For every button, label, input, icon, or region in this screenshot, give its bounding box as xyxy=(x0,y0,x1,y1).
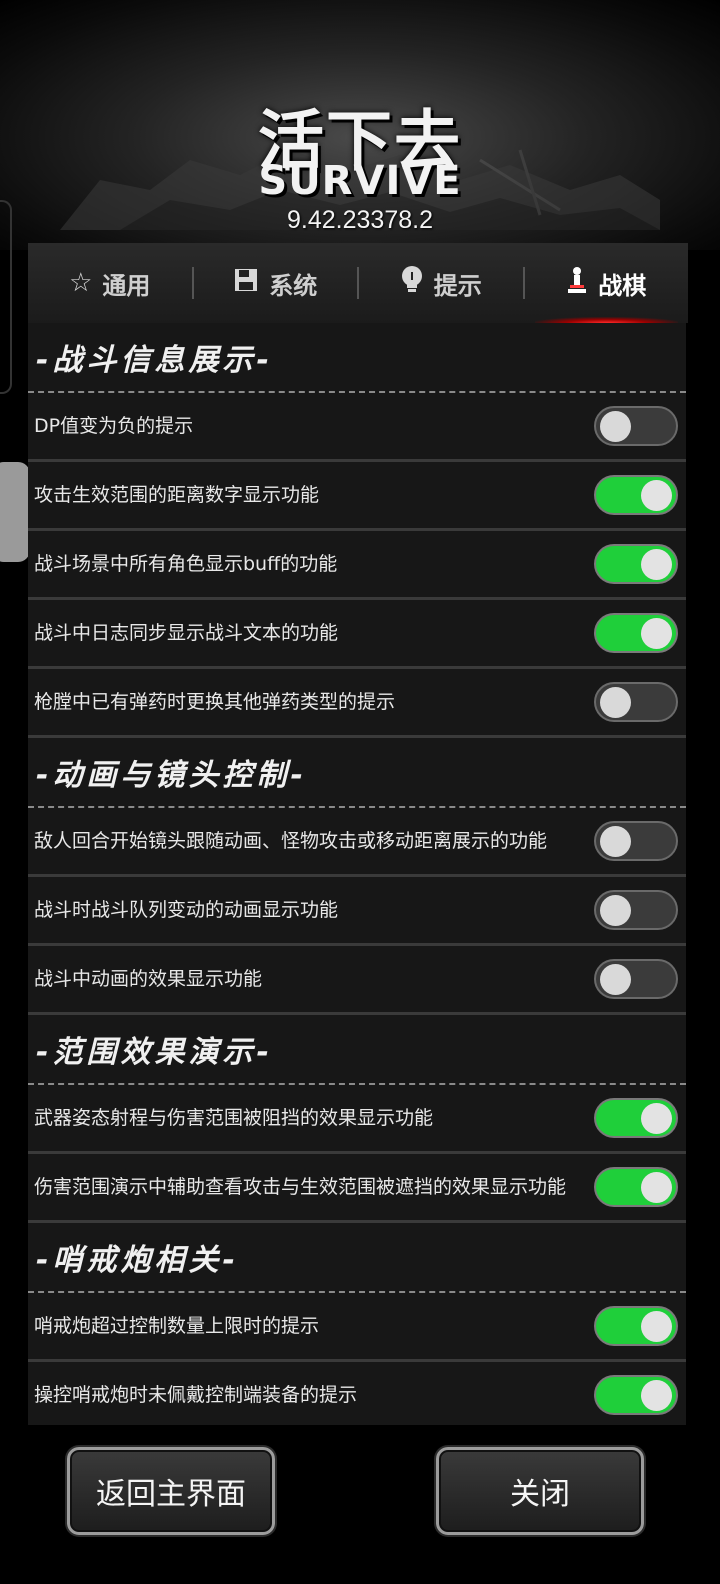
setting-label: 战斗场景中所有角色显示buff的功能 xyxy=(34,553,338,575)
tab-label: 提示 xyxy=(433,271,482,300)
setting-row: DP值变为负的提示 xyxy=(28,393,686,462)
logo-english-title: SURVIVE xyxy=(258,158,462,204)
toggle-switch[interactable] xyxy=(594,959,678,999)
tab-label: 战棋 xyxy=(598,271,647,300)
left-edge-handle xyxy=(0,200,12,394)
section-title: -哨戒炮相关- xyxy=(28,1223,686,1293)
tab-general[interactable]: ☆ 通用 xyxy=(28,243,192,323)
floating-side-button[interactable] xyxy=(0,462,30,562)
toggle-switch[interactable] xyxy=(594,821,678,861)
setting-label: 伤害范围演示中辅助查看攻击与生效范围被遮挡的效果显示功能 xyxy=(34,1176,567,1198)
setting-label: 敌人回合开始镜头跟随动画、怪物攻击或移动距离展示的功能 xyxy=(34,830,548,852)
setting-label: 哨戒炮超过控制数量上限时的提示 xyxy=(34,1315,320,1337)
toggle-switch[interactable] xyxy=(594,1098,678,1138)
chess-pawn-icon xyxy=(566,266,588,301)
setting-row: 战斗场景中所有角色显示buff的功能 xyxy=(28,531,686,600)
lightbulb-icon xyxy=(400,265,424,301)
setting-label: DP值变为负的提示 xyxy=(34,415,194,437)
toggle-switch[interactable] xyxy=(594,544,678,584)
section-title: -动画与镜头控制- xyxy=(28,738,686,808)
setting-label: 战斗中动画的效果显示功能 xyxy=(34,968,263,990)
toggle-switch[interactable] xyxy=(594,1167,678,1207)
setting-row: 攻击生效范围的距离数字显示功能 xyxy=(28,462,686,531)
toggle-switch[interactable] xyxy=(594,890,678,930)
toggle-knob xyxy=(600,826,631,857)
save-disk-icon xyxy=(233,267,259,300)
toggle-switch[interactable] xyxy=(594,406,678,446)
toggle-knob xyxy=(641,618,672,649)
setting-label: 武器姿态射程与伤害范围被阻挡的效果显示功能 xyxy=(34,1107,434,1129)
toggle-knob xyxy=(600,411,631,442)
setting-row: 战斗中动画的效果显示功能 xyxy=(28,946,686,1015)
toggle-knob xyxy=(641,549,672,580)
setting-row: 操控哨戒炮时未佩戴控制端装备的提示 xyxy=(28,1362,686,1425)
section-title: -范围效果演示- xyxy=(28,1015,686,1085)
bottom-bar: 返回主界面 关闭 xyxy=(0,1425,720,1584)
toggle-knob xyxy=(641,1103,672,1134)
close-button[interactable]: 关闭 xyxy=(436,1447,644,1535)
setting-row: 敌人回合开始镜头跟随动画、怪物攻击或移动距离展示的功能 xyxy=(28,808,686,877)
version-label: 9.42.23378.2 xyxy=(287,206,433,234)
toggle-switch[interactable] xyxy=(594,682,678,722)
setting-label: 战斗中日志同步显示战斗文本的功能 xyxy=(34,622,339,644)
toggle-switch[interactable] xyxy=(594,1375,678,1415)
tab-bar: ☆ 通用 系统 提示 战棋 xyxy=(28,243,688,323)
return-main-menu-button[interactable]: 返回主界面 xyxy=(67,1447,275,1535)
setting-row: 战斗中日志同步显示战斗文本的功能 xyxy=(28,600,686,669)
star-icon: ☆ xyxy=(69,268,93,298)
toggle-knob xyxy=(641,1172,672,1203)
setting-row: 武器姿态射程与伤害范围被阻挡的效果显示功能 xyxy=(28,1085,686,1154)
toggle-knob xyxy=(641,1311,672,1342)
setting-label: 攻击生效范围的距离数字显示功能 xyxy=(34,484,320,506)
tab-system[interactable]: 系统 xyxy=(194,243,358,323)
setting-row: 伤害范围演示中辅助查看攻击与生效范围被遮挡的效果显示功能 xyxy=(28,1154,686,1223)
toggle-switch[interactable] xyxy=(594,613,678,653)
toggle-knob xyxy=(641,1380,672,1411)
toggle-knob xyxy=(600,687,631,718)
setting-row: 哨戒炮超过控制数量上限时的提示 xyxy=(28,1293,686,1362)
tab-label: 通用 xyxy=(102,271,151,300)
section-title: -战斗信息展示- xyxy=(28,323,686,393)
setting-label: 枪膛中已有弹药时更换其他弹药类型的提示 xyxy=(34,691,396,713)
setting-row: 枪膛中已有弹药时更换其他弹药类型的提示 xyxy=(28,669,686,738)
toggle-switch[interactable] xyxy=(594,475,678,515)
setting-label: 操控哨戒炮时未佩戴控制端装备的提示 xyxy=(34,1384,358,1406)
toggle-switch[interactable] xyxy=(594,1306,678,1346)
settings-list[interactable]: -战斗信息展示- DP值变为负的提示 攻击生效范围的距离数字显示功能 战斗场景中… xyxy=(28,323,686,1425)
toggle-knob xyxy=(641,480,672,511)
toggle-knob xyxy=(600,964,631,995)
toggle-knob xyxy=(600,895,631,926)
header-banner: 活下去 SURVIVE 9.42.23378.2 xyxy=(0,0,720,250)
setting-label: 战斗时战斗队列变动的动画显示功能 xyxy=(34,899,339,921)
tab-tactics[interactable]: 战棋 xyxy=(525,243,689,323)
tab-label: 系统 xyxy=(269,271,318,300)
setting-row: 战斗时战斗队列变动的动画显示功能 xyxy=(28,877,686,946)
tab-hints[interactable]: 提示 xyxy=(359,243,523,323)
